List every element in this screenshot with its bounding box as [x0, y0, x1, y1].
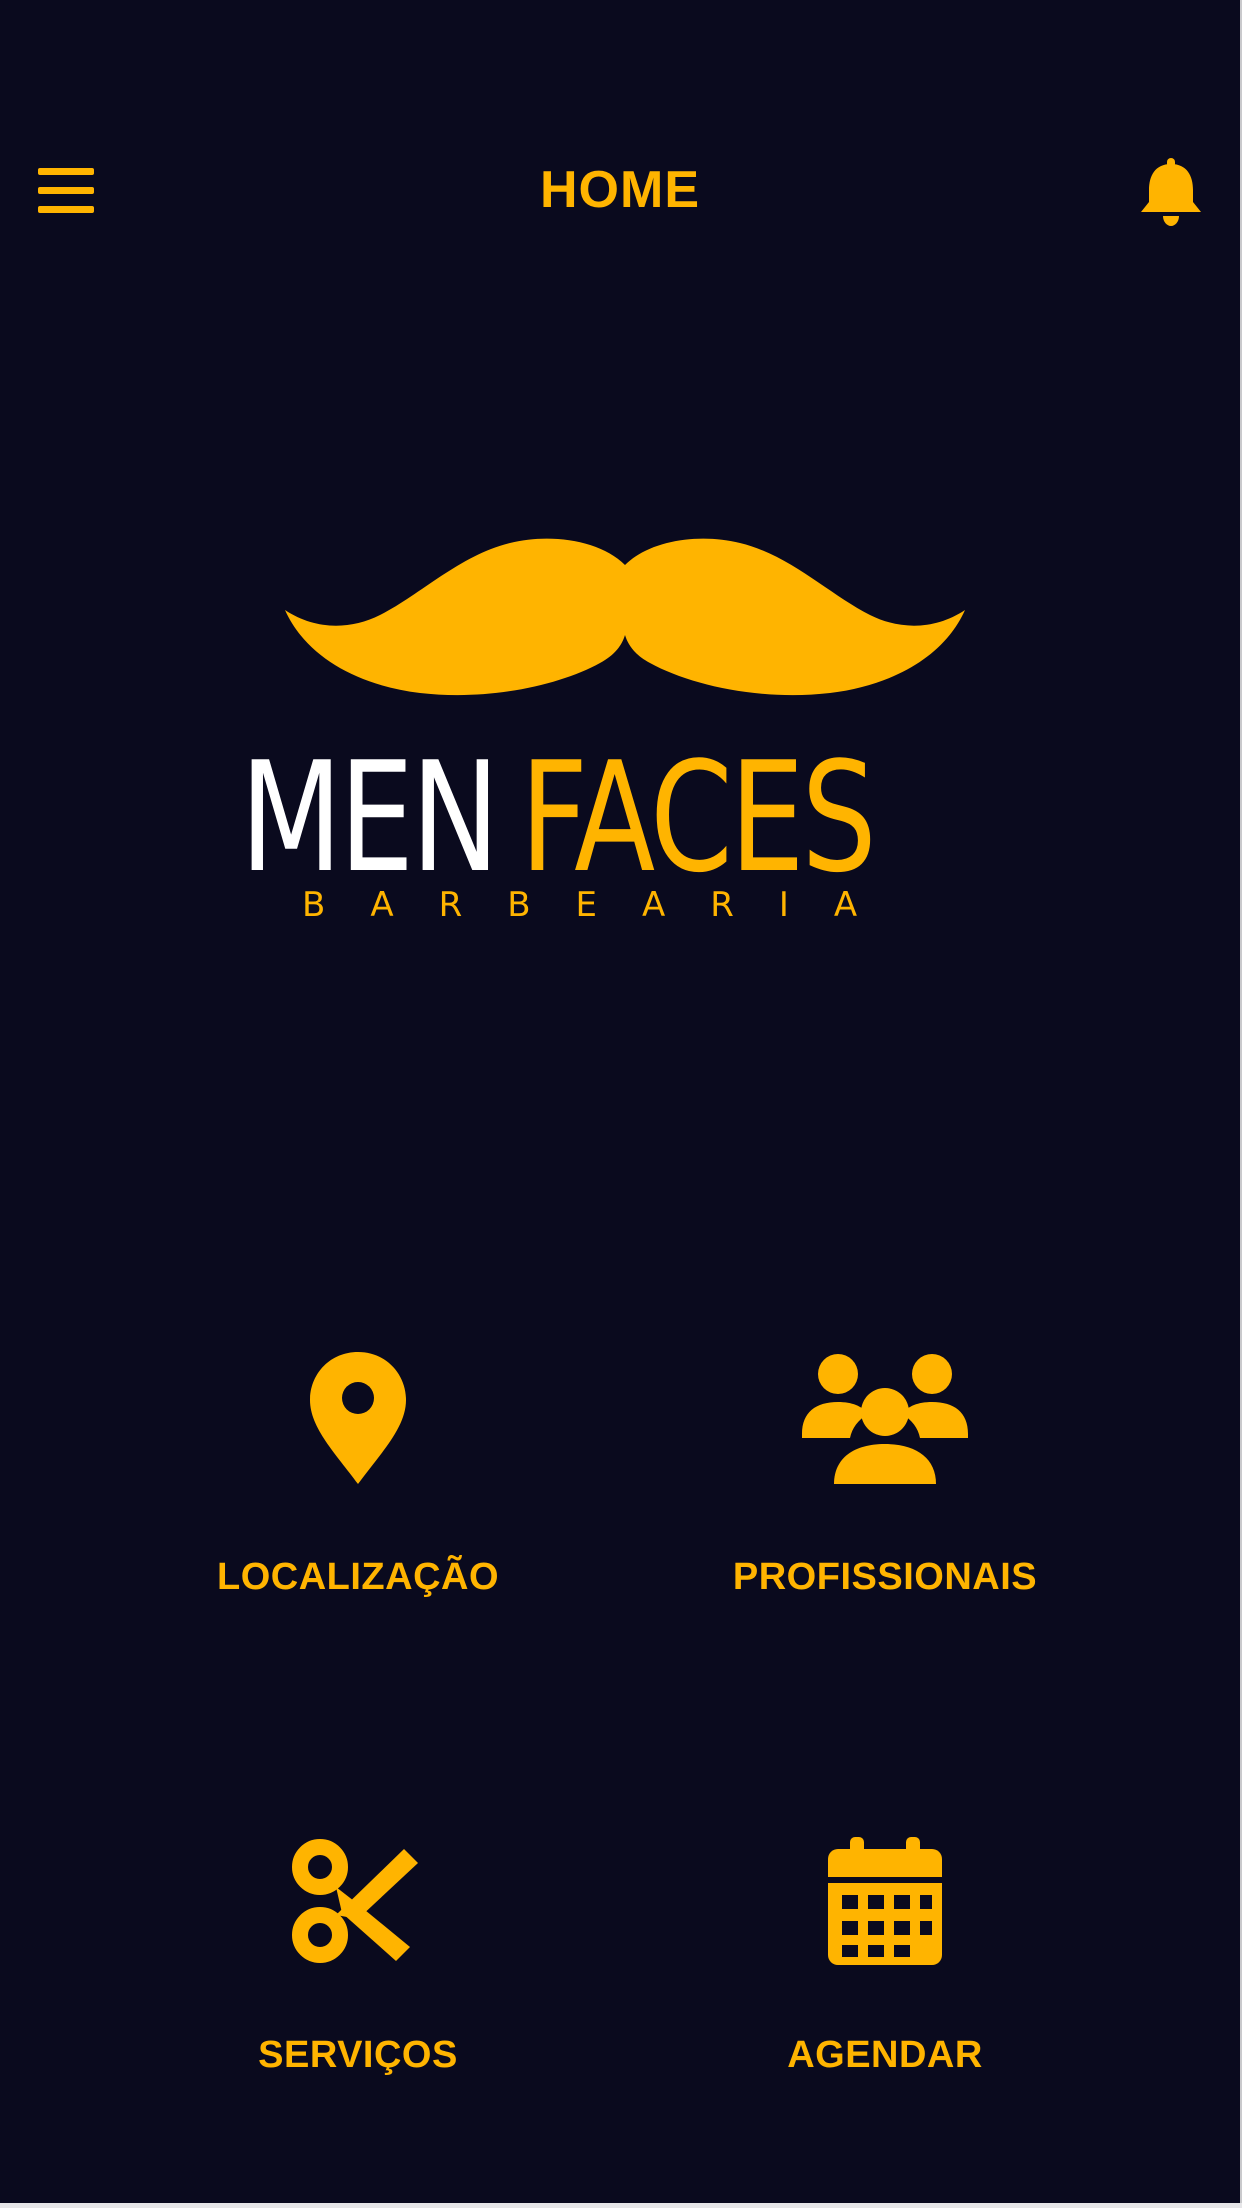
menu-item-label: SERVIÇOS [258, 2034, 458, 2076]
menu-item-localizacao[interactable]: LOCALIZAÇÃO [148, 1350, 568, 1650]
hamburger-bar [38, 206, 94, 213]
users-group-icon [802, 1354, 968, 1484]
bell-icon [1141, 158, 1201, 226]
calendar-icon [828, 1837, 942, 1965]
page-title: HOME [540, 161, 700, 219]
menu-item-servicos[interactable]: SERVIÇOS [148, 1835, 568, 2135]
app-header: HOME [0, 140, 1240, 240]
brand-logo: MEN FACES BARBEARIA [240, 535, 1000, 935]
logo-word-men: MEN [240, 729, 500, 906]
map-pin-icon [310, 1352, 406, 1484]
menu-item-agendar[interactable]: AGENDAR [675, 1835, 1095, 2135]
scissors-icon [292, 1839, 418, 1963]
menu-item-label: LOCALIZAÇÃO [216, 1556, 500, 1598]
home-screen: HOME MEN FACES BARBEARIA LOCALIZAÇÃO PRO… [0, 0, 1240, 2203]
mustache-logo [285, 538, 965, 696]
logo-word-faces: FACES [519, 729, 877, 906]
logo-wordmark: MEN FACES [240, 742, 877, 894]
hamburger-menu-icon [38, 168, 94, 175]
menu-button[interactable] [32, 160, 102, 222]
menu-item-profissionais[interactable]: PROFISSIONAIS [675, 1350, 1095, 1650]
hamburger-bar [38, 187, 94, 194]
menu-item-label: AGENDAR [787, 2034, 983, 2076]
logo-subtitle: BARBEARIA [302, 885, 903, 925]
frame-bottom-edge [0, 2203, 1242, 2208]
menu-item-label: PROFISSIONAIS [732, 1556, 1038, 1598]
notifications-button[interactable] [1135, 156, 1207, 228]
